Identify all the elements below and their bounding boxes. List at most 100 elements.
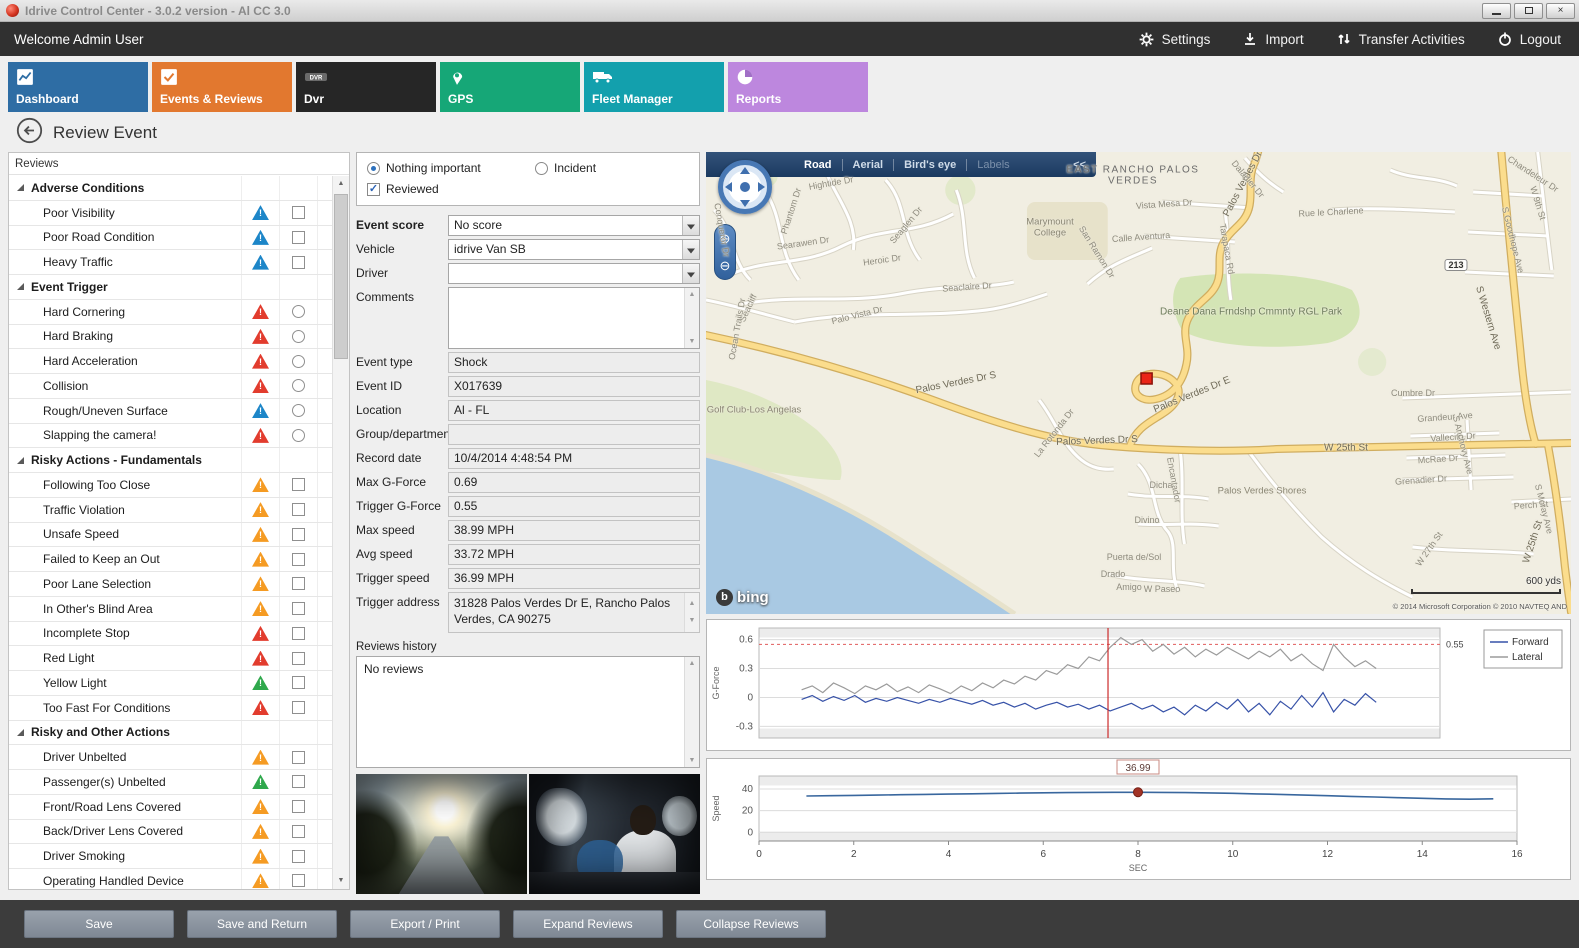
review-checkbox[interactable] [292, 478, 305, 491]
pan-west-arrow[interactable] [725, 182, 732, 192]
review-checkbox[interactable] [292, 874, 305, 887]
expander-icon[interactable] [17, 283, 24, 290]
review-checkbox[interactable] [292, 825, 305, 838]
review-item-row[interactable]: Failed to Keep an Out! [9, 547, 332, 572]
export-print-button[interactable]: Export / Print [350, 910, 500, 938]
review-item-row[interactable]: Poor Visibility! [9, 201, 332, 226]
review-checkbox[interactable] [292, 775, 305, 788]
zoom-in-button[interactable]: ⊕ [720, 231, 731, 247]
expander-icon[interactable] [17, 184, 24, 191]
maximize-button[interactable] [1514, 3, 1543, 19]
reviews-scrollbar[interactable]: ▲ ▼ [332, 176, 349, 889]
review-radio[interactable] [292, 305, 305, 318]
review-checkbox[interactable] [292, 850, 305, 863]
review-item-row[interactable]: In Other's Blind Area! [9, 597, 332, 622]
close-button[interactable]: × [1546, 3, 1575, 19]
review-group-row[interactable]: Adverse Conditions [9, 176, 332, 201]
scroll-up-arrow[interactable]: ▲ [689, 596, 696, 612]
logout-button[interactable]: Logout [1497, 31, 1561, 47]
settings-button[interactable]: Settings [1138, 31, 1211, 48]
save-and-return-button[interactable]: Save and Return [187, 910, 337, 938]
tab-gps[interactable]: GPS [440, 62, 580, 112]
event-score-select[interactable]: No score [448, 215, 700, 236]
review-checkbox[interactable] [292, 577, 305, 590]
incident-radio[interactable]: Incident [535, 161, 596, 175]
scroll-down-arrow[interactable]: ▼ [333, 873, 349, 889]
reviewed-checkbox[interactable]: ✓Reviewed [367, 182, 689, 196]
review-item-row[interactable]: Hard Acceleration! [9, 349, 332, 374]
scroll-down-arrow[interactable]: ▼ [689, 757, 696, 764]
front-camera-frame[interactable] [356, 774, 527, 894]
comments-textarea[interactable]: ▲▼ [448, 287, 700, 349]
review-item-row[interactable]: Poor Lane Selection! [9, 572, 332, 597]
review-checkbox[interactable] [292, 256, 305, 269]
review-item-row[interactable]: Traffic Violation! [9, 498, 332, 523]
scroll-down-arrow[interactable]: ▼ [689, 338, 696, 345]
review-checkbox[interactable] [292, 231, 305, 244]
scroll-thumb[interactable] [334, 194, 348, 359]
review-item-row[interactable]: Poor Road Condition! [9, 226, 332, 251]
review-item-row[interactable]: Driver Unbelted! [9, 745, 332, 770]
review-item-row[interactable]: Collision! [9, 374, 332, 399]
pan-east-arrow[interactable] [758, 182, 765, 192]
scroll-up-arrow[interactable]: ▲ [333, 176, 349, 192]
review-checkbox[interactable] [292, 676, 305, 689]
pan-north-arrow[interactable] [740, 167, 750, 174]
review-group-row[interactable]: Event Trigger [9, 275, 332, 300]
map-style-road[interactable]: Road [794, 159, 842, 171]
review-item-row[interactable]: Hard Cornering! [9, 300, 332, 325]
speed-chart[interactable]: 020400246810121416SEC36.99Speed [706, 758, 1571, 880]
nothing-important-radio[interactable]: Nothing important [367, 161, 535, 175]
import-button[interactable]: Import [1242, 31, 1303, 47]
tab-dashboard[interactable]: Dashboard [8, 62, 148, 112]
map-style-labels[interactable]: Labels [967, 159, 1019, 171]
review-radio[interactable] [292, 330, 305, 343]
scroll-up-arrow[interactable]: ▲ [689, 291, 696, 298]
review-radio[interactable] [292, 379, 305, 392]
scrollbar[interactable]: ▲▼ [684, 593, 699, 632]
pan-south-arrow[interactable] [740, 200, 750, 207]
review-item-row[interactable]: Heavy Traffic! [9, 250, 332, 275]
review-checkbox[interactable] [292, 528, 305, 541]
event-location-marker[interactable] [1141, 373, 1152, 384]
review-group-row[interactable]: Risky and Other Actions [9, 721, 332, 746]
map-canvas[interactable]: RoadAerialBird's eyeLabels<< ⊕ ⊖ b bing … [706, 152, 1571, 614]
review-item-row[interactable]: Slapping the camera!! [9, 424, 332, 449]
minimize-button[interactable] [1482, 3, 1511, 19]
review-item-row[interactable]: Hard Braking! [9, 325, 332, 350]
zoom-out-button[interactable]: ⊖ [720, 258, 731, 274]
driver-select[interactable] [448, 263, 700, 284]
scrollbar[interactable]: ▲▼ [684, 657, 699, 767]
map-zoom-control[interactable]: ⊕ ⊖ [714, 224, 736, 280]
review-checkbox[interactable] [292, 503, 305, 516]
review-radio[interactable] [292, 404, 305, 417]
review-group-row[interactable]: Risky Actions - Fundamentals [9, 448, 332, 473]
review-item-row[interactable]: Back/Driver Lens Covered! [9, 820, 332, 845]
driver-camera-frame[interactable] [529, 774, 700, 894]
review-radio[interactable] [292, 429, 305, 442]
review-item-row[interactable]: Yellow Light! [9, 671, 332, 696]
review-checkbox[interactable] [292, 751, 305, 764]
scroll-down-arrow[interactable]: ▼ [689, 613, 696, 629]
map-compass-control[interactable] [718, 160, 772, 214]
save-button[interactable]: Save [24, 910, 174, 938]
review-item-row[interactable]: Front/Road Lens Covered! [9, 795, 332, 820]
review-item-row[interactable]: Passenger(s) Unbelted! [9, 770, 332, 795]
tab-events-reviews[interactable]: Events & Reviews [152, 62, 292, 112]
gforce-chart[interactable]: 0.60.30-0.30.55G-ForceForwardLateral [706, 619, 1571, 751]
expander-icon[interactable] [17, 457, 24, 464]
expander-icon[interactable] [17, 729, 24, 736]
scroll-up-arrow[interactable]: ▲ [689, 660, 696, 667]
tab-reports[interactable]: Reports [728, 62, 868, 112]
review-radio[interactable] [292, 355, 305, 368]
review-item-row[interactable]: Driver Smoking! [9, 844, 332, 869]
tab-dvr[interactable]: DVR Dvr [296, 62, 436, 112]
review-checkbox[interactable] [292, 553, 305, 566]
transfer-activities-button[interactable]: Transfer Activities [1336, 31, 1465, 47]
map-style-bird-s-eye[interactable]: Bird's eye [894, 159, 966, 171]
review-item-row[interactable]: Operating Handled Device! [9, 869, 332, 889]
back-button[interactable] [16, 117, 43, 149]
reviews-history-list[interactable]: No reviews ▲▼ [356, 656, 700, 768]
vehicle-select[interactable]: idrive Van SB [448, 239, 700, 260]
collapse-reviews-button[interactable]: Collapse Reviews [676, 910, 826, 938]
